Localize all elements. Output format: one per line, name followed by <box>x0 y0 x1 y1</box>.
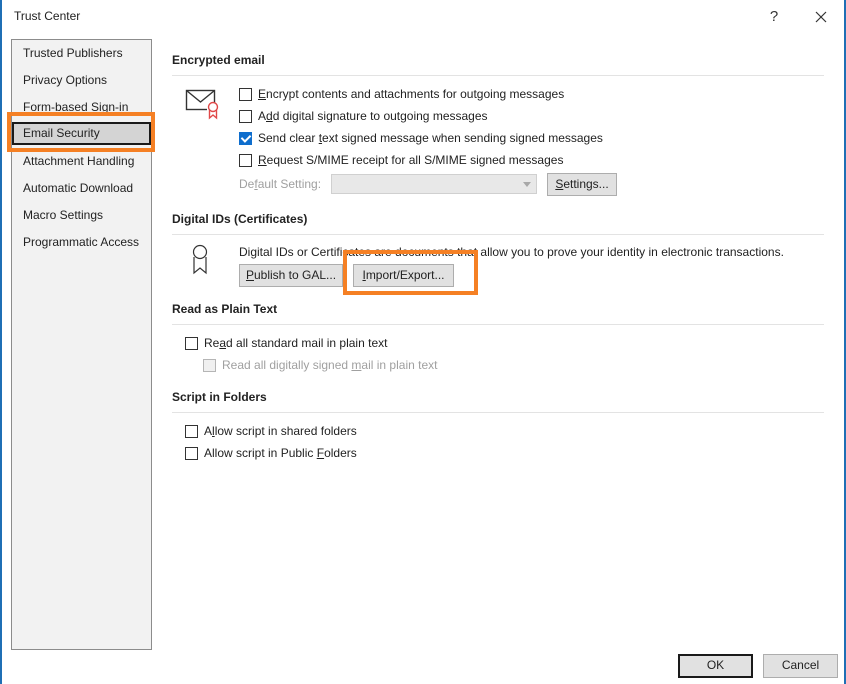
checkbox-label: Read all standard mail in plain text <box>204 336 388 350</box>
section-divider <box>172 75 824 76</box>
checkbox-box-checked[interactable] <box>239 131 252 145</box>
checkbox-label: Allow script in Public Folders <box>204 446 357 460</box>
section-divider <box>172 324 824 325</box>
checkbox-label: Add digital signature to outgoing messag… <box>258 109 488 123</box>
checkbox-box[interactable] <box>185 336 198 350</box>
section-title-digital-ids: Digital IDs (Certificates) <box>172 212 308 226</box>
sidebar-item-automatic-download[interactable]: Automatic Download <box>12 177 151 200</box>
section-title-encrypted-email: Encrypted email <box>172 53 265 67</box>
certificate-ribbon-icon <box>192 244 208 275</box>
add-digital-signature-checkbox[interactable]: Add digital signature to outgoing messag… <box>239 107 488 125</box>
settings-button[interactable]: Settings... <box>547 173 617 196</box>
window-title: Trust Center <box>14 9 81 23</box>
request-smime-receipt-checkbox[interactable]: Request S/MIME receipt for all S/MIME si… <box>239 151 563 169</box>
section-divider <box>172 412 824 413</box>
checkbox-box[interactable] <box>239 87 252 101</box>
read-standard-mail-plain-text-checkbox[interactable]: Read all standard mail in plain text <box>185 334 387 352</box>
sidebar-item-trusted-publishers[interactable]: Trusted Publishers <box>12 42 151 65</box>
publish-to-gal-button[interactable]: Publish to GAL... <box>239 264 343 287</box>
send-clear-text-checkbox[interactable]: Send clear text signed message when send… <box>239 129 603 147</box>
checkbox-label: Encrypt contents and attachments for out… <box>258 87 565 101</box>
checkbox-box[interactable] <box>185 424 198 438</box>
default-setting-dropdown[interactable] <box>331 174 537 194</box>
import-export-button[interactable]: Import/Export... <box>353 264 454 287</box>
encrypt-contents-checkbox[interactable]: Encrypt contents and attachments for out… <box>239 85 564 103</box>
digital-ids-description: Digital IDs or Certificates are document… <box>239 245 784 259</box>
encrypted-mail-icon <box>185 89 221 120</box>
close-icon <box>815 11 827 23</box>
sidebar-item-programmatic-access[interactable]: Programmatic Access <box>12 231 151 254</box>
help-button[interactable]: ? <box>764 6 784 28</box>
section-title-script-in-folders: Script in Folders <box>172 390 267 404</box>
sidebar-nav: Trusted Publishers Privacy Options Form-… <box>11 39 152 650</box>
ok-button[interactable]: OK <box>678 654 753 678</box>
sidebar-item-email-security[interactable]: Email Security <box>12 122 151 145</box>
trust-center-dialog: Trust Center ? Trusted Publishers Privac… <box>0 0 846 684</box>
cancel-button[interactable]: Cancel <box>763 654 838 678</box>
checkbox-box[interactable] <box>239 153 252 167</box>
checkbox-label: Send clear text signed message when send… <box>258 131 603 145</box>
sidebar-item-form-based-sign-in[interactable]: Form-based Sign-in <box>12 96 151 119</box>
checkbox-box[interactable] <box>185 446 198 460</box>
checkbox-label: Allow script in shared folders <box>204 424 357 438</box>
checkbox-box-disabled[interactable] <box>203 358 216 372</box>
close-button[interactable] <box>810 6 832 28</box>
checkbox-box[interactable] <box>239 109 252 123</box>
sidebar-item-macro-settings[interactable]: Macro Settings <box>12 204 151 227</box>
read-signed-mail-plain-text-checkbox[interactable]: Read all digitally signed mail in plain … <box>203 356 437 374</box>
sidebar-item-privacy-options[interactable]: Privacy Options <box>12 69 151 92</box>
sidebar-item-attachment-handling[interactable]: Attachment Handling <box>12 150 151 173</box>
section-divider <box>172 234 824 235</box>
title-bar: Trust Center ? <box>2 0 844 34</box>
default-setting-label: Default Setting: <box>239 177 322 191</box>
allow-script-shared-folders-checkbox[interactable]: Allow script in shared folders <box>185 422 357 440</box>
checkbox-label: Request S/MIME receipt for all S/MIME si… <box>258 153 564 167</box>
chevron-down-icon <box>523 182 531 187</box>
section-title-read-as-plain-text: Read as Plain Text <box>172 302 278 316</box>
allow-script-public-folders-checkbox[interactable]: Allow script in Public Folders <box>185 444 357 462</box>
checkbox-label: Read all digitally signed mail in plain … <box>222 358 438 372</box>
